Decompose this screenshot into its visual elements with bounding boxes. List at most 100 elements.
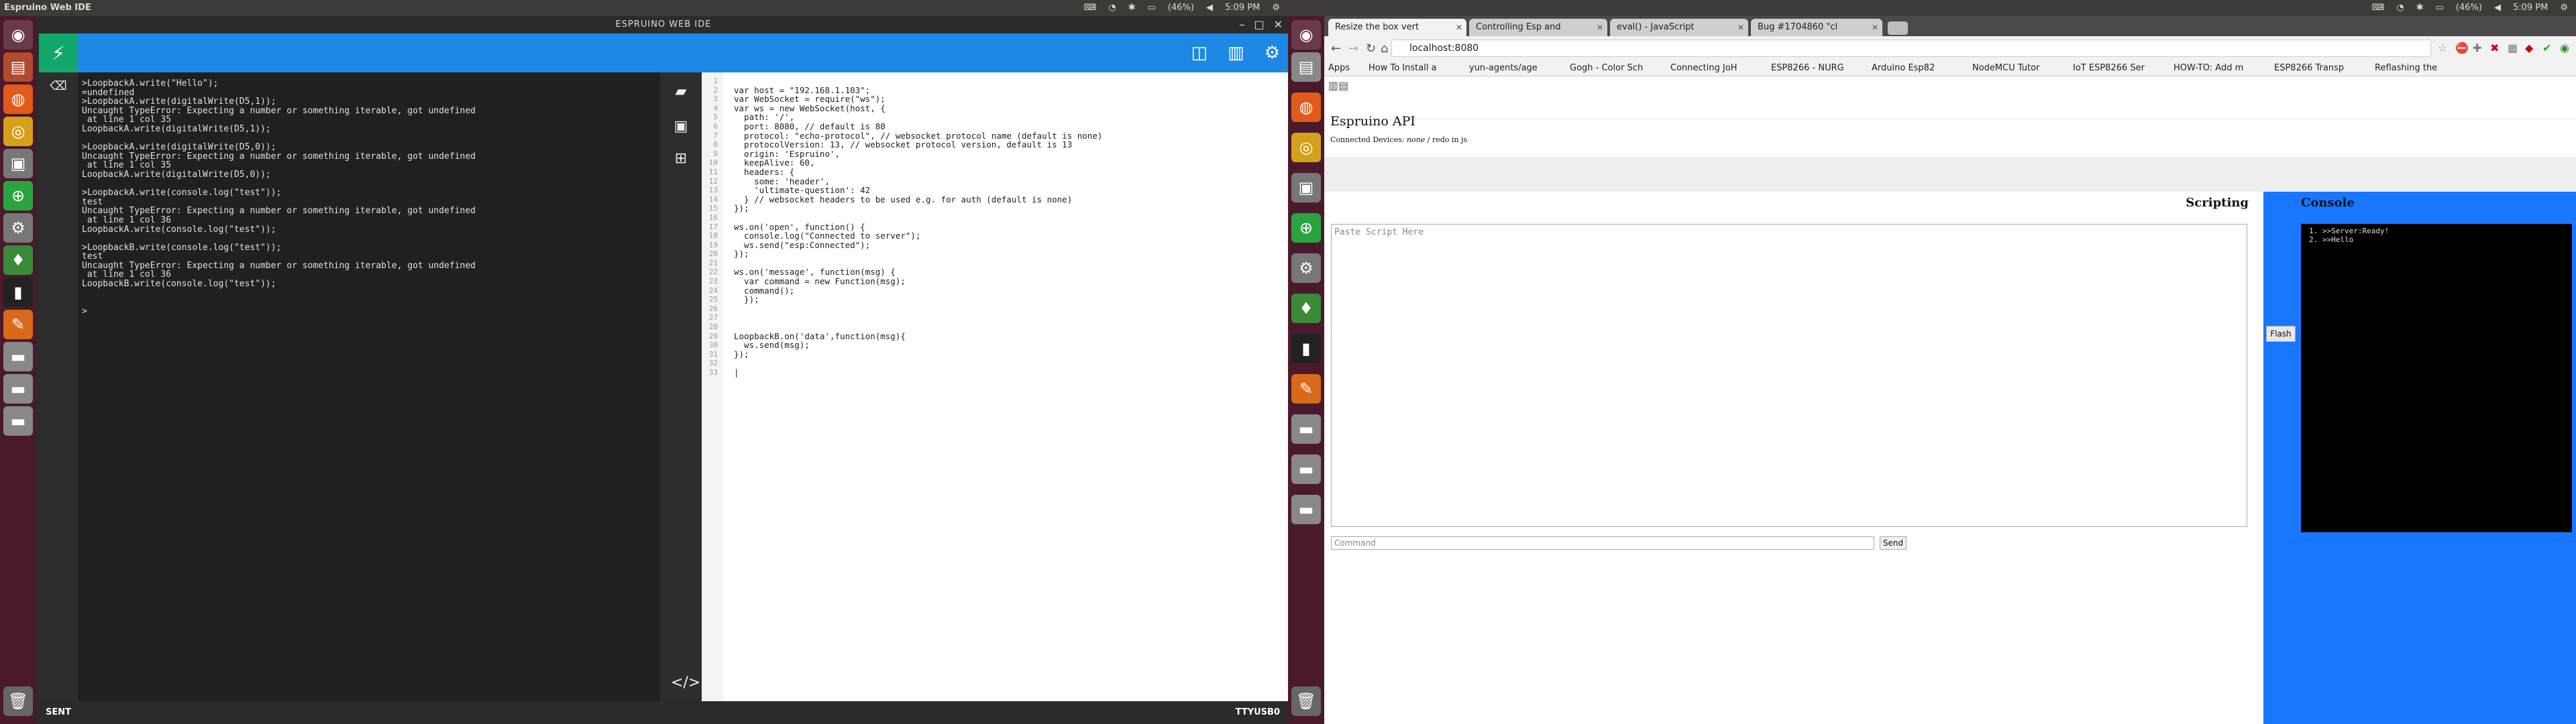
flash-button[interactable]: Flash <box>2266 326 2296 342</box>
tab-close-icon[interactable]: ✕ <box>1737 19 1744 36</box>
browser-tab[interactable]: Resize the box vert ✕ <box>1328 19 1466 36</box>
ext-stop-icon[interactable]: ⛔ <box>2455 42 2469 54</box>
tool-icon[interactable]: ✎ <box>3 310 33 339</box>
bookmark-item[interactable]: yun-agents/age <box>1469 60 1538 76</box>
ext-green-icon[interactable]: ✔ <box>2542 42 2551 54</box>
terminal-icon[interactable]: ▮ <box>1291 334 1321 363</box>
tab-close-icon[interactable]: ✕ <box>1872 19 1878 36</box>
bookmark-item[interactable]: Apps <box>1328 60 1350 76</box>
settings-gear-icon[interactable]: ⚙ <box>1265 43 1280 63</box>
drive-icon[interactable]: ▬ <box>3 342 33 371</box>
app-icon[interactable]: ♦ <box>3 245 33 275</box>
keyboard-icon[interactable]: ⌨ <box>2372 0 2385 16</box>
bookmark-item[interactable]: ESP8266 - NURG <box>1771 60 1844 76</box>
tab-close-icon[interactable]: ✕ <box>1597 19 1603 36</box>
trash-icon[interactable]: 🗑 <box>3 686 33 716</box>
volume-icon[interactable]: ◀ <box>2494 0 2501 16</box>
bluetooth-icon[interactable]: ✱ <box>2416 0 2424 16</box>
drive-2-icon[interactable]: ▬ <box>1291 455 1321 484</box>
wifi-icon[interactable]: ◔ <box>1108 0 1116 16</box>
code-toggle-icon[interactable]: </> <box>671 673 700 693</box>
browser-tab[interactable]: eval() - JavaScript ✕ <box>1610 19 1748 36</box>
system-settings-icon[interactable]: ⚙ <box>3 213 33 243</box>
command-input[interactable]: Command <box>1331 536 1874 550</box>
maximize-icon[interactable]: □ <box>1254 16 1264 34</box>
bookmark-item[interactable]: HOW-TO: Add m <box>2174 60 2243 76</box>
layout-icon[interactable]: ▥▤ <box>1328 79 1348 92</box>
drive-2-icon[interactable]: ▬ <box>3 374 33 404</box>
upload-icon[interactable]: ⊞ <box>671 149 691 169</box>
reload-icon[interactable]: ↻ <box>1366 42 1376 56</box>
dash-icon[interactable]: ◉ <box>1291 20 1321 50</box>
address-bar[interactable]: localhost:8080 <box>1391 40 2431 57</box>
open-folder-icon[interactable]: ▰ <box>671 82 691 102</box>
code-text[interactable]: var host = "192.168.1.103"; var WebSocket… <box>734 76 1102 377</box>
bookmark-item[interactable]: Connecting JoH <box>1670 60 1737 76</box>
forward-icon[interactable]: → <box>1348 42 1358 56</box>
minimize-icon[interactable]: – <box>1239 16 1244 34</box>
terminal-output[interactable]: >LoopbackA.write("Hello"); =undefined >Loo… <box>78 72 660 701</box>
bookmark-item[interactable]: Reflashing the <box>2375 60 2437 76</box>
bookmark-item[interactable]: Gogh - Color Sch <box>1570 60 1643 76</box>
connect-button[interactable]: ⚡ <box>39 34 78 72</box>
firefox-icon[interactable]: ◍ <box>3 84 33 114</box>
drive-icon[interactable]: ▬ <box>1291 414 1321 444</box>
app-icon[interactable]: ♦ <box>1291 294 1321 323</box>
bluetooth-icon[interactable]: ✱ <box>1128 0 1136 16</box>
chrome-icon[interactable]: ◎ <box>3 117 33 146</box>
status-port[interactable]: TTYUSB0 <box>1236 701 1280 724</box>
send-button[interactable]: Send <box>1880 536 1907 550</box>
ext-circle-icon[interactable]: ◉ <box>2560 42 2569 54</box>
tab-close-icon[interactable]: ✕ <box>1456 19 1462 36</box>
disk-icon[interactable]: ▣ <box>1291 173 1321 202</box>
code-line: origin: 'Espruino', <box>734 148 841 159</box>
wifi-icon[interactable]: ◔ <box>2396 0 2404 16</box>
code-editor[interactable]: 1 2 3 4 5 6 7 8 9 10 11 12 13 14 15 16 1… <box>702 72 1288 701</box>
chrome-icon[interactable]: ◎ <box>1291 133 1321 162</box>
code-line: protocolVersion: 13, // websocket protoc… <box>734 139 1073 150</box>
files-icon[interactable]: ▤ <box>1291 52 1321 82</box>
home-icon[interactable]: ⌂ <box>1381 42 1388 56</box>
ext-shield-icon[interactable]: ✖ <box>2490 42 2499 54</box>
bookmark-star-icon[interactable]: ☆ <box>2438 42 2447 54</box>
clear-terminal-icon[interactable]: ⌫ <box>48 79 68 93</box>
bookmark-item[interactable]: How To Install a <box>1368 60 1437 76</box>
battery-icon[interactable]: ▭ <box>1148 0 1156 16</box>
bookmark-item[interactable]: IoT ESP8266 Ser <box>2073 60 2145 76</box>
browser-tab[interactable]: Controlling Esp and ✕ <box>1469 19 1607 36</box>
terminal-icon[interactable]: ▮ <box>3 278 33 307</box>
ext-red-icon[interactable]: ◆ <box>2525 42 2533 54</box>
volume-icon[interactable]: ◀ <box>1206 0 1213 16</box>
bookmark-item[interactable]: Arduino Esp82 <box>1872 60 1935 76</box>
bookmark-item[interactable]: ESP8266 Transp <box>2274 60 2344 76</box>
close-icon[interactable]: ✕ <box>1274 16 1283 34</box>
new-tab-button[interactable] <box>1888 21 1908 35</box>
back-icon[interactable]: ← <box>1331 42 1341 56</box>
espruino-icon[interactable]: ⊕ <box>3 181 33 210</box>
bookmark-item[interactable]: NodeMCU Tutor <box>1972 60 2039 76</box>
ext-grid-icon[interactable]: ▦ <box>2508 42 2518 54</box>
clock[interactable]: 5:09 PM <box>1225 0 1260 16</box>
clock[interactable]: 5:09 PM <box>2513 0 2548 16</box>
save-icon[interactable]: ▣ <box>671 117 691 137</box>
system-settings-icon[interactable]: ⚙ <box>1291 253 1321 283</box>
firefox-icon[interactable]: ◍ <box>1291 93 1321 122</box>
dash-icon[interactable]: ◉ <box>3 20 33 50</box>
files-icon[interactable]: ▤ <box>3 52 33 82</box>
browser-tab[interactable]: Bug #1704860 "cl ✕ <box>1751 19 1882 36</box>
ext-puzzle-icon[interactable]: ✚ <box>2473 42 2481 54</box>
battery-icon[interactable]: ▭ <box>2436 0 2444 16</box>
tool-icon[interactable]: ✎ <box>1291 374 1321 404</box>
console-panel: Console 1. >>Server:Ready! 2. >>Hello <box>2298 192 2576 724</box>
docs-icon[interactable]: ▥ <box>1228 43 1244 63</box>
espruino-icon[interactable]: ⊕ <box>1291 213 1321 243</box>
drive-3-icon[interactable]: ▬ <box>1291 495 1321 524</box>
trash-icon[interactable]: 🗑 <box>1291 686 1321 716</box>
keyboard-icon[interactable]: ⌨ <box>1084 0 1097 16</box>
settings-icon[interactable]: ⚙ <box>2560 0 2568 16</box>
split-view-icon[interactable]: ◫ <box>1191 43 1208 63</box>
settings-icon[interactable]: ⚙ <box>1272 0 1280 16</box>
disk-icon[interactable]: ▣ <box>3 149 33 178</box>
drive-3-icon[interactable]: ▬ <box>3 406 33 436</box>
script-textarea[interactable]: Paste Script Here <box>1331 224 2247 527</box>
